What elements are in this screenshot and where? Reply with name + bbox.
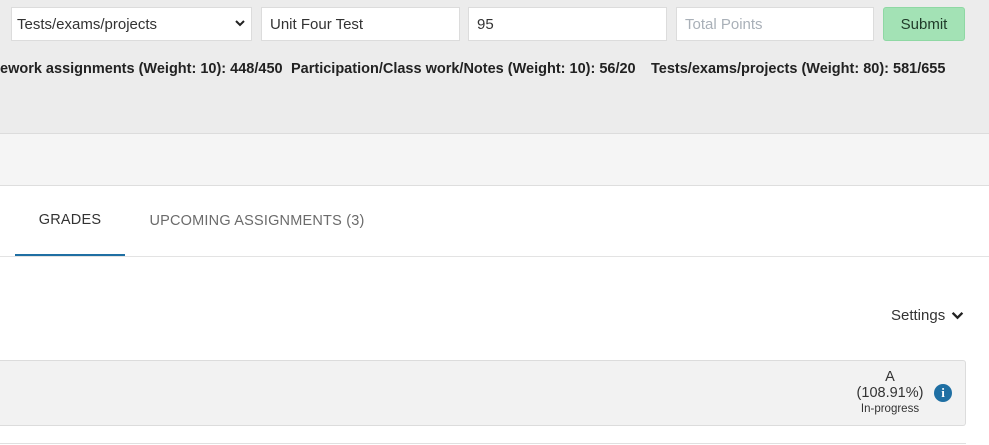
total-points-input[interactable]: [676, 7, 874, 41]
tab-grades[interactable]: GRADES: [15, 186, 125, 256]
overall-grade-row: A (108.91%) In-progress i: [0, 360, 966, 426]
tab-upcoming-assignments[interactable]: UPCOMING ASSIGNMENTS (3): [137, 186, 377, 256]
assignment-name-input[interactable]: [261, 7, 460, 41]
category-weights-summary: ework assignments (Weight: 10): 448/450 …: [0, 61, 989, 79]
category-select[interactable]: Tests/exams/projects: [11, 7, 252, 41]
grade-calculator-panel: Tests/exams/projects Submit ework assign…: [0, 0, 989, 134]
grade-status: In-progress: [860, 403, 920, 415]
settings-label: Settings: [891, 306, 946, 324]
weight-homework: ework assignments (Weight: 10): 448/450: [0, 61, 283, 77]
overall-grade: A (108.91%) In-progress: [850, 369, 930, 416]
points-earned-input[interactable]: [468, 7, 667, 41]
weight-tests: Tests/exams/projects (Weight: 80): 581/6…: [651, 61, 946, 77]
grade-letter: A: [885, 369, 895, 385]
settings-dropdown[interactable]: Settings: [891, 305, 964, 325]
divider-line: [0, 443, 966, 444]
info-icon[interactable]: i: [934, 384, 952, 402]
tab-bar: GRADES UPCOMING ASSIGNMENTS (3): [0, 186, 989, 257]
chevron-down-icon: [951, 311, 964, 319]
grade-percent: (108.91%): [856, 385, 924, 401]
weight-participation: Participation/Class work/Notes (Weight: …: [291, 61, 636, 77]
divider-band: [0, 134, 989, 186]
submit-button[interactable]: Submit: [883, 7, 965, 41]
category-select-wrapper[interactable]: Tests/exams/projects: [11, 7, 252, 41]
